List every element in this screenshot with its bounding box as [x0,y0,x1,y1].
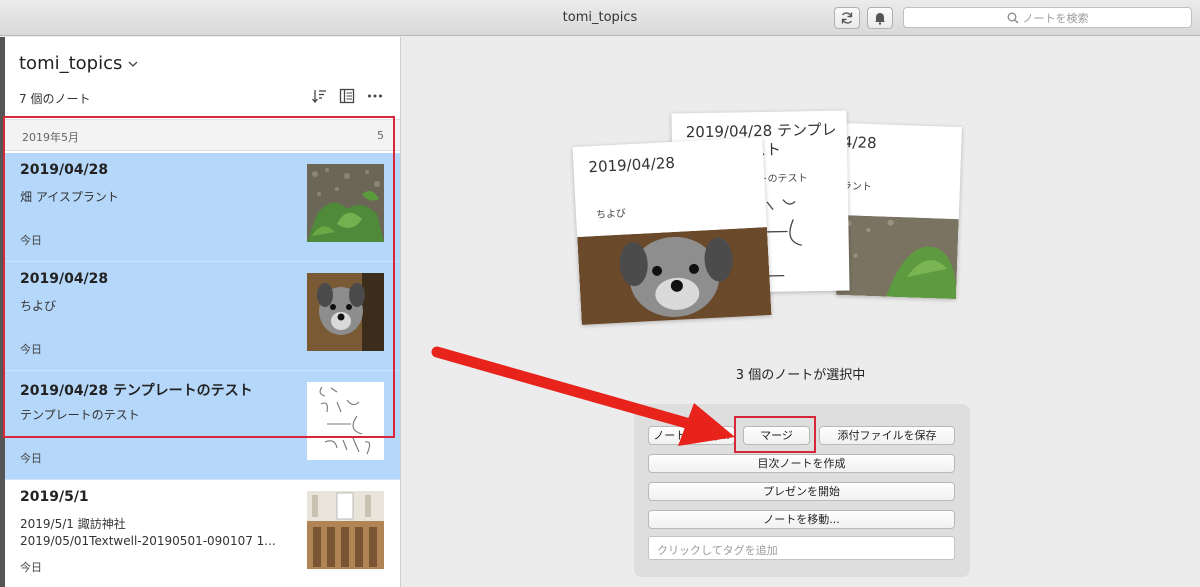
list-item[interactable]: 2019/5/1 2019/5/1 諏訪神社 2019/05/01Textwel… [5,480,400,587]
note-title: 2019/5/1 [20,489,89,505]
share-notes-button[interactable]: ノートを共有... [648,426,735,445]
sidebar-tools [311,88,383,104]
list-item[interactable]: 2019/04/28 ちよび 今日 [5,262,400,371]
dog-thumbnail [307,273,384,351]
month-section-header: 2019年5月 5 [5,119,400,151]
list-item[interactable]: 2019/04/28 テンプレートのテスト テンプレートのテスト 今日 [5,371,400,480]
dog-photo [577,227,772,325]
note-snippet: テンプレートのテスト [20,408,140,422]
plant-photo [836,214,959,300]
note-list: 2019/04/28 畑 アイスプラント 今日 2019/04/28 ちよび 今… [5,153,400,587]
sort-icon[interactable] [311,88,327,104]
merge-button[interactable]: マージ [743,426,810,445]
card-snippet: ちよび [595,208,627,221]
sync-button[interactable] [834,7,860,29]
view-layout-icon[interactable] [339,88,355,104]
save-attachments-button[interactable]: 添付ファイルを保存 [819,426,955,445]
title-bar: tomi_topics ノートを検索 [0,0,1200,36]
note-date: 今日 [20,452,42,465]
note-snippet: 2019/5/1 諏訪神社 2019/05/01Textwell-2019050… [20,516,290,550]
note-date: 今日 [20,343,42,356]
note-title: 2019/04/28 [20,271,109,287]
selection-count-text: 3 個のノートが選択中 [735,368,866,383]
notifications-button[interactable] [867,7,893,29]
note-date: 今日 [20,234,42,247]
more-icon[interactable] [367,88,383,104]
sync-icon [841,12,853,24]
note-title: 2019/04/28 [20,162,109,178]
note-date: 今日 [20,561,42,574]
note-title: 2019/04/28 テンプレートのテスト [20,383,253,399]
start-presentation-button[interactable]: プレゼンを開始 [648,482,955,501]
section-count: 5 [377,129,384,142]
card-title: 2019/04/28 [588,153,676,177]
search-placeholder: ノートを検索 [1022,11,1089,25]
tag-input[interactable]: クリックしてタグを追加 [648,536,955,560]
chevron-down-icon [128,61,138,67]
section-label: 2019年5月 [22,131,79,144]
shrine-thumbnail [307,491,384,569]
note-count: 7 個のノート [19,92,91,106]
search-input[interactable]: ノートを検索 [903,7,1192,28]
main-pane: 04/28 プラント 2019/04/28 テンプレ ート のテスト ートのテス… [401,37,1200,587]
move-notes-button[interactable]: ノートを移動... [648,510,955,529]
note-card-3: 04/28 プラント [836,122,962,300]
plant-thumbnail [307,164,384,242]
note-card-1: 2019/04/28 ちよび [572,137,772,325]
notebook-title-label: tomi_topics [19,53,123,74]
multi-select-actions-panel: ノートを共有... マージ 添付ファイルを保存 目次ノートを作成 プレゼンを開始… [634,404,970,577]
notebook-title[interactable]: tomi_topics [19,53,138,74]
note-snippet: ちよび [20,299,57,313]
list-item[interactable]: 2019/04/28 畑 アイスプラント 今日 [5,153,400,262]
note-snippet-line: 2019/5/1 諏訪神社 [20,517,126,531]
note-list-sidebar: tomi_topics 7 個のノート 2019年5月 5 2019/04/28… [0,37,401,587]
search-icon [1007,12,1018,23]
note-snippet-line: 2019/05/01Textwell-20190501-090107 1... [20,534,276,548]
bell-icon [875,13,885,25]
handwriting-thumbnail [307,382,384,460]
create-toc-button[interactable]: 目次ノートを作成 [648,454,955,473]
note-snippet: 畑 アイスプラント [20,190,119,204]
